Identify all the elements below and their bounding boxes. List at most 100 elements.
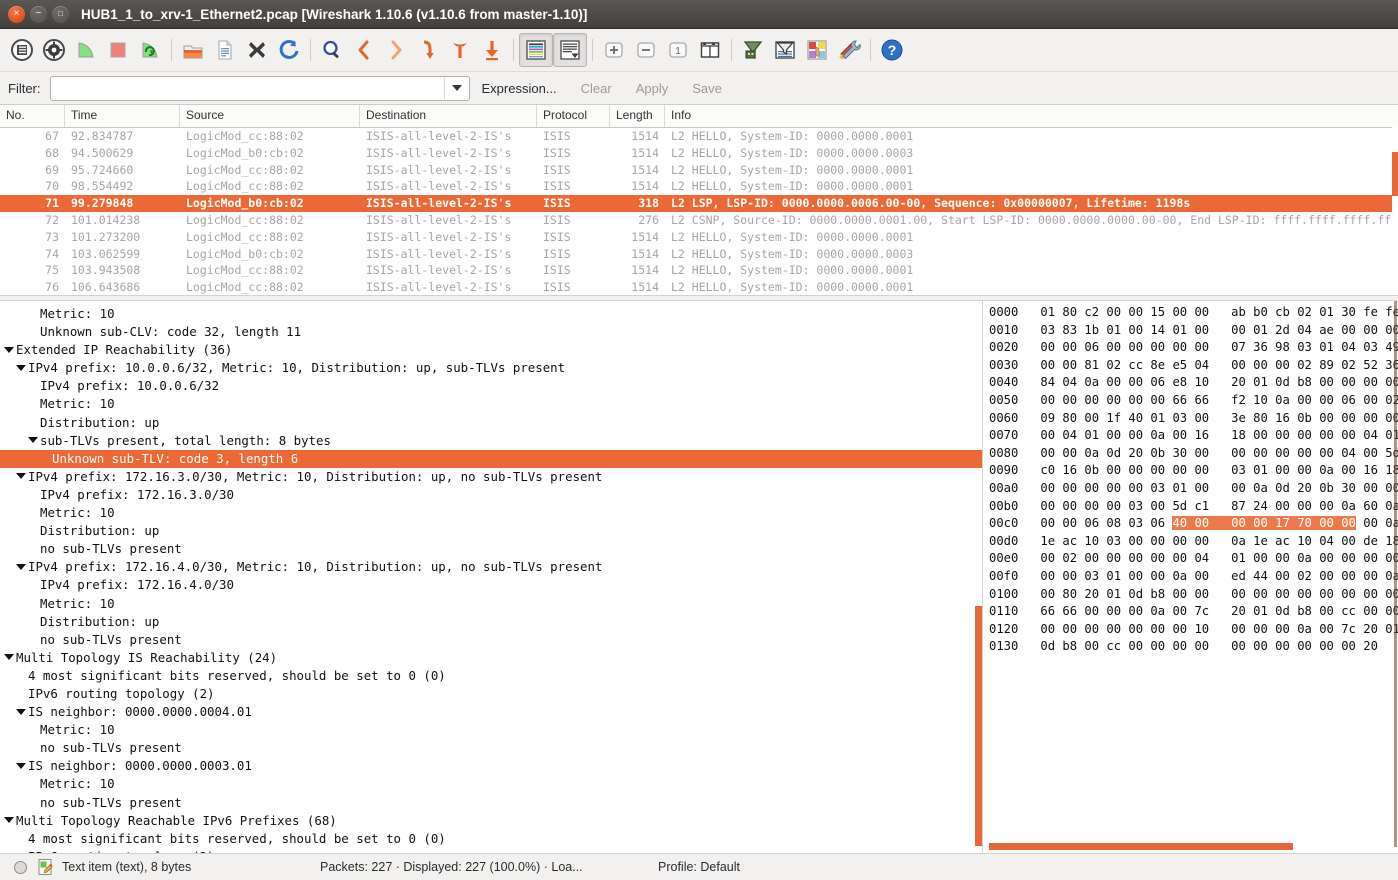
detail-tree-node[interactable]: Metric: 10: [0, 595, 982, 613]
detail-tree-node[interactable]: IS neighbor: 0000.0000.0003.01: [0, 757, 982, 775]
hex-dump-row[interactable]: 00e0 00 02 00 00 00 00 00 04 01 00 00 0a…: [989, 550, 1398, 568]
triangle-down-icon[interactable]: [16, 364, 26, 371]
open-file-icon[interactable]: [177, 34, 209, 66]
packet-list-row[interactable]: 67 92.834787 LogicMod_cc:88:02 ISIS-all-lev…: [0, 128, 1398, 145]
expression-button[interactable]: Expression...: [470, 77, 569, 100]
hex-dump-row[interactable]: 0050 00 00 00 00 00 00 66 66 f2 10 0a 00…: [989, 392, 1398, 410]
hex-dump-row[interactable]: 0080 00 00 0a 0d 20 0b 30 00 00 00 00 00…: [989, 445, 1398, 463]
hex-dump-row[interactable]: 0130 0d b8 00 cc 00 00 00 00 00 00 00 00…: [989, 638, 1398, 656]
preferences-icon[interactable]: [833, 34, 865, 66]
restart-capture-icon[interactable]: [134, 34, 166, 66]
help-icon[interactable]: ?: [876, 34, 908, 66]
close-file-icon[interactable]: [241, 34, 273, 66]
detail-tree-node[interactable]: Metric: 10: [0, 775, 982, 793]
hex-dump-row[interactable]: 0070 00 04 01 00 00 0a 00 16 18 00 00 00…: [989, 427, 1398, 445]
detail-tree-node[interactable]: 4 most significant bits reserved, should…: [0, 830, 982, 848]
packet-bytes-pane[interactable]: 0000 01 80 c2 00 00 15 00 00 ab b0 cb 02…: [983, 301, 1398, 853]
triangle-down-icon[interactable]: [16, 563, 26, 570]
auto-scroll-icon[interactable]: [553, 33, 587, 67]
triangle-down-icon[interactable]: [16, 708, 26, 715]
close-window-button[interactable]: ×: [8, 5, 25, 23]
zoom-normal-icon[interactable]: 1: [662, 34, 694, 66]
hex-dump-row[interactable]: 0120 00 00 00 00 00 00 00 10 00 00 00 0a…: [989, 621, 1398, 639]
stop-capture-icon[interactable]: [102, 34, 134, 66]
triangle-down-icon[interactable]: [4, 654, 14, 661]
triangle-down-icon[interactable]: [4, 817, 14, 824]
clear-filter-button[interactable]: Clear: [569, 77, 624, 100]
packet-bytes-hscrollbar[interactable]: [989, 843, 1384, 850]
detail-tree-node[interactable]: Unknown sub-CLV: code 32, length 11: [0, 323, 982, 341]
zoom-in-icon[interactable]: [598, 34, 630, 66]
column-header-info[interactable]: Info: [665, 105, 1398, 127]
apply-filter-button[interactable]: Apply: [624, 77, 681, 100]
status-profile[interactable]: Profile: Default: [658, 860, 740, 874]
column-header-destination[interactable]: Destination: [360, 105, 537, 127]
detail-tree-node[interactable]: Metric: 10: [0, 721, 982, 739]
detail-tree-node[interactable]: sub-TLVs present, total length: 8 bytes: [0, 432, 982, 450]
go-last-packet-icon[interactable]: [476, 34, 508, 66]
detail-tree-node[interactable]: Distribution: up: [0, 522, 982, 540]
detail-tree-node[interactable]: Extended IP Reachability (36): [0, 341, 982, 359]
hex-dump-row[interactable]: 0110 66 66 00 00 00 0a 00 7c 20 01 0d b8…: [989, 603, 1398, 621]
detail-tree-node[interactable]: Unknown sub-TLV: code 3, length 6: [0, 449, 982, 468]
capture-options-icon[interactable]: [38, 34, 70, 66]
hex-dump-row[interactable]: 00b0 00 00 00 00 03 00 5d c1 87 24 00 00…: [989, 498, 1398, 516]
save-file-icon[interactable]: [209, 34, 241, 66]
capture-filters-icon[interactable]: [737, 34, 769, 66]
filter-dropdown-button[interactable]: [443, 77, 469, 99]
detail-tree-node[interactable]: Distribution: up: [0, 414, 982, 432]
detail-tree-node[interactable]: Multi Topology Reachable IPv6 Prefixes (…: [0, 812, 982, 830]
packet-list-row[interactable]: 73 101.273200 LogicMod_cc:88:02 ISIS-all-le…: [0, 229, 1398, 246]
hex-dump-row[interactable]: 00f0 00 00 03 01 00 00 0a 00 ed 44 00 02…: [989, 568, 1398, 586]
minimize-window-button[interactable]: −: [30, 5, 47, 23]
packet-list-row[interactable]: 75 103.943508 LogicMod_cc:88:02 ISIS-all-le…: [0, 262, 1398, 279]
coloring-rules-icon[interactable]: [801, 34, 833, 66]
packet-list-row[interactable]: 71 99.279848 LogicMod_b0:cb:02 ISIS-all-lev…: [0, 195, 1398, 212]
go-back-icon[interactable]: [348, 34, 380, 66]
detail-tree-node[interactable]: IPv4 prefix: 172.16.4.0/30: [0, 576, 982, 594]
packet-detail-scrollbar[interactable]: [975, 301, 982, 853]
triangle-down-icon[interactable]: [28, 437, 38, 444]
hex-dump-row[interactable]: 0090 c0 16 0b 00 00 00 00 00 03 01 00 00…: [989, 462, 1398, 480]
packet-detail-scrollbar-thumb[interactable]: [975, 606, 982, 846]
hex-dump-row[interactable]: 0000 01 80 c2 00 00 15 00 00 ab b0 cb 02…: [989, 304, 1398, 322]
triangle-down-icon[interactable]: [16, 473, 26, 480]
zoom-out-icon[interactable]: [630, 34, 662, 66]
detail-tree-node[interactable]: 4 most significant bits reserved, should…: [0, 667, 982, 685]
packet-list-row[interactable]: 70 98.554492 LogicMod_cc:88:02 ISIS-all-lev…: [0, 178, 1398, 195]
packet-list-row[interactable]: 74 103.062599 LogicMod_b0:cb:02 ISIS-all-le…: [0, 246, 1398, 263]
hex-dump-row[interactable]: 0060 09 80 00 1f 40 01 03 00 3e 80 16 0b…: [989, 410, 1398, 428]
reload-icon[interactable]: [273, 34, 305, 66]
hex-dump-row[interactable]: 0020 00 00 06 00 00 00 00 00 07 36 98 03…: [989, 339, 1398, 357]
packet-detail-pane[interactable]: Metric: 10 Unknown sub-CLV: code 32, leng…: [0, 301, 983, 853]
detail-tree-node[interactable]: Metric: 10: [0, 504, 982, 522]
packet-list-pane[interactable]: No. Time Source Destination Protocol Len…: [0, 104, 1398, 295]
detail-tree-node[interactable]: IPv4 prefix: 172.16.3.0/30: [0, 486, 982, 504]
maximize-window-button[interactable]: □: [52, 5, 69, 23]
detail-tree-node[interactable]: IPv4 prefix: 172.16.3.0/30, Metric: 10, …: [0, 468, 982, 486]
detail-tree-node[interactable]: no sub-TLVs present: [0, 631, 982, 649]
filter-combo[interactable]: [49, 75, 470, 101]
detail-tree-node[interactable]: IPv6 routing topology (2): [0, 848, 982, 853]
hex-dump-row[interactable]: 0010 03 83 1b 01 00 14 01 00 00 01 2d 04…: [989, 322, 1398, 340]
go-to-packet-icon[interactable]: [412, 34, 444, 66]
packet-list-row[interactable]: 72 101.014238 LogicMod_cc:88:02 ISIS-all-le…: [0, 212, 1398, 229]
detail-tree-node[interactable]: IPv4 prefix: 10.0.0.6/32, Metric: 10, Di…: [0, 359, 982, 377]
detail-tree-node[interactable]: no sub-TLVs present: [0, 540, 982, 558]
hex-dump-row[interactable]: 00a0 00 00 00 00 00 03 01 00 00 0a 0d 20…: [989, 480, 1398, 498]
hex-dump-row[interactable]: 0030 00 00 81 02 cc 8e e5 04 00 00 00 02…: [989, 357, 1398, 375]
packet-bytes-hscrollbar-thumb[interactable]: [989, 843, 1294, 850]
start-capture-icon[interactable]: [70, 34, 102, 66]
packet-bytes-scrollbar-thumb[interactable]: [1394, 301, 1397, 847]
go-forward-icon[interactable]: [380, 34, 412, 66]
column-header-protocol[interactable]: Protocol: [537, 105, 610, 127]
column-header-time[interactable]: Time: [65, 105, 180, 127]
column-header-length[interactable]: Length: [610, 105, 665, 127]
hex-dump-row[interactable]: 00c0 00 00 06 08 03 06 40 00 00 00 17 70…: [989, 515, 1398, 533]
column-header-no[interactable]: No.: [0, 105, 65, 127]
packet-list-row[interactable]: 76 106.643686 LogicMod_cc:88:02 ISIS-all-le…: [0, 279, 1398, 295]
detail-tree-node[interactable]: no sub-TLVs present: [0, 739, 982, 757]
filter-input[interactable]: [50, 77, 444, 99]
triangle-down-icon[interactable]: [16, 762, 26, 769]
hex-dump-row[interactable]: 00d0 1e ac 10 03 00 00 00 00 0a 1e ac 10…: [989, 533, 1398, 551]
